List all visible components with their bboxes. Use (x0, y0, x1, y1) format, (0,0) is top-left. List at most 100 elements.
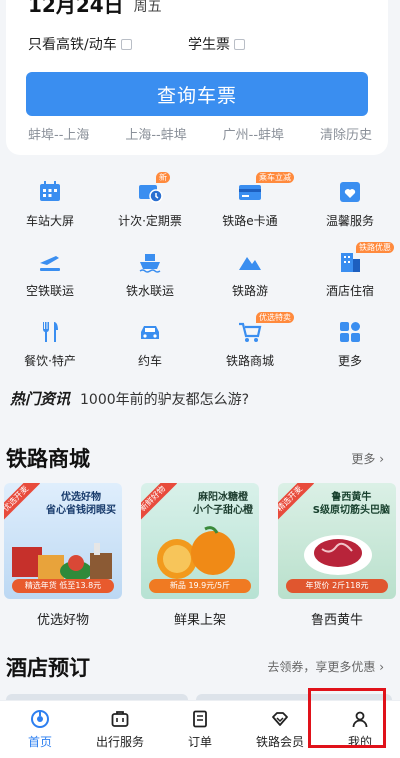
product-price-tag: 精选年货 低至13.8元 (12, 579, 114, 593)
chevron-right-icon: › (375, 452, 384, 466)
service-air-rail[interactable]: 空铁联运 (0, 242, 100, 305)
service-label: 铁路e卡通 (222, 214, 278, 228)
history-item[interactable]: 上海--蚌埠 (125, 124, 186, 143)
ticket-search-card: 12月24日 周五 只看高铁/动车 学生票 查询车票 蚌埠--上海 上海--蚌埠… (6, 0, 388, 155)
service-ticket-card[interactable]: 新 计次·定期票 (100, 172, 200, 235)
query-tickets-button[interactable]: 查询车票 (26, 72, 368, 116)
ship-train-icon (136, 248, 164, 276)
product-ribbon: 优选开麦 (4, 483, 41, 524)
service-label: 温馨服务 (325, 214, 374, 228)
search-history: 蚌埠--上海 上海--蚌埠 广州--蚌埠 清除历史 (28, 124, 372, 143)
service-badge: 铁路优惠 (356, 242, 394, 253)
service-label: 车站大屏 (25, 214, 74, 228)
mall-more-label: 更多 (351, 452, 376, 466)
service-label: 约车 (137, 354, 162, 368)
history-item[interactable]: 蚌埠--上海 (28, 124, 89, 143)
fork-knife-icon (36, 318, 64, 346)
service-warm-service[interactable]: 温馨服务 (300, 172, 400, 235)
tab-rail-member[interactable]: 铁路会员 (240, 701, 320, 758)
home-icon (31, 710, 49, 728)
tab-orders[interactable]: 订单 (160, 701, 240, 758)
service-grid: 车站大屏 新 计次·定期票 乘车立减 铁路e卡通 温馨服务 空铁联运 铁水联运 (0, 172, 400, 372)
service-label: 铁路商城 (225, 354, 274, 368)
departure-weekday: 周五 (133, 0, 162, 15)
service-label: 更多 (337, 354, 362, 368)
student-ticket-label: 学生票 (188, 37, 230, 53)
car-icon (136, 318, 164, 346)
service-rail-tour[interactable]: 铁路游 (200, 242, 300, 305)
service-rail-water[interactable]: 铁水联运 (100, 242, 200, 305)
chevron-right-icon: › (375, 660, 384, 674)
tab-label: 订单 (187, 735, 212, 749)
tab-label: 出行服务 (95, 735, 144, 749)
order-icon (193, 710, 207, 728)
student-ticket-checkbox[interactable] (234, 38, 245, 50)
service-badge: 优选特卖 (256, 312, 294, 323)
product-ribbon: 新鲜好物 (141, 483, 178, 524)
high-speed-only-label: 只看高铁/动车 (28, 37, 117, 53)
beef-illustration (304, 535, 372, 575)
hot-news-headline[interactable]: 1000年前的驴友都怎么游? (80, 389, 249, 409)
station-screen-icon (36, 178, 64, 206)
mall-more-link[interactable]: 更多 › (351, 450, 384, 467)
service-label: 铁路游 (231, 284, 268, 298)
service-ecard[interactable]: 乘车立减 铁路e卡通 (200, 172, 300, 235)
hotel-coupon-link[interactable]: 去领券，享更多优惠 › (267, 658, 384, 675)
more-grid-icon (336, 318, 364, 346)
service-hotel[interactable]: 铁路优惠 酒店住宿 (300, 242, 400, 305)
product-image: 优选开麦 优选好物 省心省钱闭眼买 精选年货 低至13.8元 (4, 483, 122, 599)
high-speed-only-option[interactable]: 只看高铁/动车 (28, 34, 188, 54)
history-item[interactable]: 广州--蚌埠 (223, 124, 284, 143)
product-card[interactable]: 优选开麦 优选好物 省心省钱闭眼买 精选年货 低至13.8元 优选好物 (4, 483, 122, 628)
hot-news-bar[interactable]: 热门资讯 1000年前的驴友都怎么游? (10, 388, 249, 409)
student-ticket-option[interactable]: 学生票 (188, 34, 245, 54)
departure-date[interactable]: 12月24日 (28, 0, 124, 20)
tab-travel-service[interactable]: 出行服务 (80, 701, 160, 758)
service-more[interactable]: 更多 (300, 312, 400, 375)
hotel-section-title: 酒店预订 (6, 656, 90, 680)
tab-label: 我的 (347, 735, 372, 749)
service-badge: 乘车立减 (256, 172, 294, 183)
service-badge: 新 (156, 172, 170, 183)
product-name: 优选好物 (36, 613, 89, 628)
tab-home[interactable]: 首页 (0, 701, 80, 758)
service-station-screen[interactable]: 车站大屏 (0, 172, 100, 235)
product-name: 鲜果上架 (173, 613, 226, 628)
service-food[interactable]: 餐饮·特产 (0, 312, 100, 375)
member-diamond-icon (272, 712, 288, 726)
product-promo-text: 优选好物 省心省钱闭眼买 (46, 492, 116, 516)
high-speed-only-checkbox[interactable] (120, 38, 132, 50)
product-name: 鲁西黄牛 (310, 613, 363, 628)
product-ribbon: 精选开麦 (278, 483, 315, 524)
product-promo-text: 鲁西黄牛 S级原切筋头巴脑 (312, 492, 390, 516)
orange-fruit-illustration (157, 526, 235, 579)
product-card[interactable]: 精选开麦 鲁西黄牛 S级原切筋头巴脑 年货价 2斤118元 鲁西黄牛 (278, 483, 396, 628)
mall-section-title: 铁路商城 (6, 447, 90, 471)
clear-history-link[interactable]: 清除历史 (320, 124, 372, 143)
service-label: 铁水联运 (125, 284, 174, 298)
tab-label: 首页 (27, 735, 52, 749)
product-price-tag: 新品 19.9元/5斤 (149, 579, 251, 593)
hot-news-tag: 热门资讯 (10, 390, 71, 408)
service-car[interactable]: 约车 (100, 312, 200, 375)
mall-products: 优选开麦 优选好物 省心省钱闭眼买 精选年货 低至13.8元 优选好物 新鲜好物… (4, 483, 396, 628)
product-card[interactable]: 新鲜好物 麻阳冰糖橙 小个子甜心橙 新品 19.9元/5斤 鲜果上架 (141, 483, 259, 628)
date-row[interactable]: 12月24日 周五 (28, 0, 162, 20)
tab-mine[interactable]: 我的 (320, 701, 400, 758)
service-label: 计次·定期票 (118, 214, 182, 228)
bottom-tab-bar: 首页 出行服务 订单 铁路会员 我的 (0, 700, 400, 758)
hotel-coupon-label: 去领券，享更多优惠 (267, 660, 376, 674)
service-label: 酒店住宿 (325, 284, 374, 298)
service-label: 餐饮·特产 (24, 354, 76, 368)
product-image: 精选开麦 鲁西黄牛 S级原切筋头巴脑 年货价 2斤118元 (278, 483, 396, 599)
service-label: 空铁联运 (25, 284, 74, 298)
product-image: 新鲜好物 麻阳冰糖橙 小个子甜心橙 新品 19.9元/5斤 (141, 483, 259, 599)
product-price-tag: 年货价 2斤118元 (286, 579, 388, 593)
tab-label: 铁路会员 (255, 735, 304, 749)
heart-service-icon (336, 178, 364, 206)
travel-bag-icon (111, 711, 129, 727)
mountain-icon (236, 248, 264, 276)
gift-goods-illustration (12, 543, 112, 581)
profile-icon (352, 711, 368, 728)
service-mall[interactable]: 优选特卖 铁路商城 (200, 312, 300, 375)
